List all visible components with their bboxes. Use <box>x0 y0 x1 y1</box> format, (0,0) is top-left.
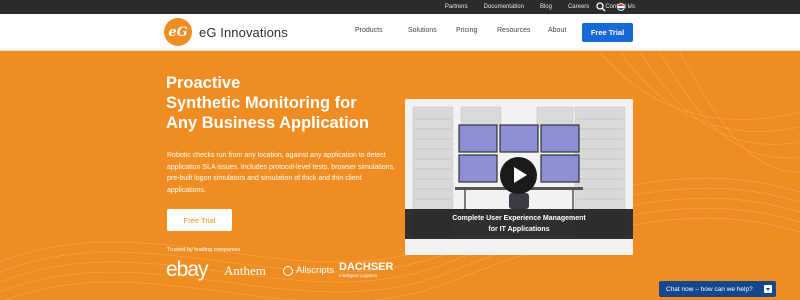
video-caption: Complete User Experience Management for … <box>405 209 633 239</box>
play-icon[interactable] <box>500 157 537 194</box>
wave-lines-decoration <box>0 52 800 300</box>
chat-widget[interactable]: Chat now – how can we help? <box>659 281 776 297</box>
video-player[interactable]: Complete User Experience Management for … <box>405 99 633 255</box>
nav-item-about[interactable]: About <box>548 27 566 34</box>
company-logo[interactable]: eG eG Innovations <box>164 18 288 46</box>
careers-link[interactable]: Careers <box>568 2 589 12</box>
hero-background <box>0 52 800 300</box>
nav-item-products[interactable]: Products <box>355 27 383 34</box>
dachser-text: DACHSER <box>339 261 394 273</box>
partners-link[interactable]: Partners <box>445 2 468 12</box>
nav-item-solutions[interactable]: Solutions <box>408 27 437 34</box>
dachser-subtext: Intelligent Logistics <box>339 273 378 278</box>
headline-line-2: Synthetic Monitoring for <box>166 94 357 112</box>
blog-link[interactable]: Blog <box>540 2 552 12</box>
allscripts-text: Allscripts <box>296 265 335 276</box>
logo-text: eG Innovations <box>199 24 288 40</box>
ebay-logo: ebay <box>166 258 209 281</box>
utility-bar: Partners Documentation Blog Careers Cont… <box>0 0 800 14</box>
chat-label: Chat now – how can we help? <box>666 285 753 293</box>
headline-line-1: Proactive <box>166 74 241 92</box>
nav-item-resources[interactable]: Resources <box>497 27 530 34</box>
hero-description: Robotic checks run from any location, ag… <box>167 152 395 194</box>
hero-free-trial-button[interactable]: Free Trial <box>167 209 232 231</box>
language-chevron-icon[interactable]: ⌄ <box>627 2 632 9</box>
free-trial-button[interactable]: Free Trial <box>582 23 633 42</box>
allscripts-mark-icon <box>283 265 293 276</box>
anthem-logo: Anthem <box>224 263 266 278</box>
headline-line-3: Any Business Application <box>166 114 369 132</box>
allscripts-logo: Allscripts <box>283 265 334 276</box>
logo-mark-icon: eG <box>164 18 192 46</box>
trusted-by-label: Trusted by leading companies <box>167 247 241 253</box>
search-icon[interactable] <box>596 2 606 12</box>
nav-item-pricing[interactable]: Pricing <box>456 27 477 34</box>
caption-line-2: for IT Applications <box>488 225 550 233</box>
main-nav: eG eG Innovations Products Solutions Pri… <box>0 14 800 51</box>
documentation-link[interactable]: Documentation <box>484 2 524 12</box>
dachser-logo: DACHSER Intelligent Logistics <box>339 262 393 279</box>
chevron-down-icon[interactable] <box>764 285 772 293</box>
hero-headline: Proactive Synthetic Monitoring for Any B… <box>166 73 369 133</box>
caption-line-1: Complete User Experience Management <box>452 215 586 222</box>
us-flag-icon[interactable] <box>617 3 625 11</box>
